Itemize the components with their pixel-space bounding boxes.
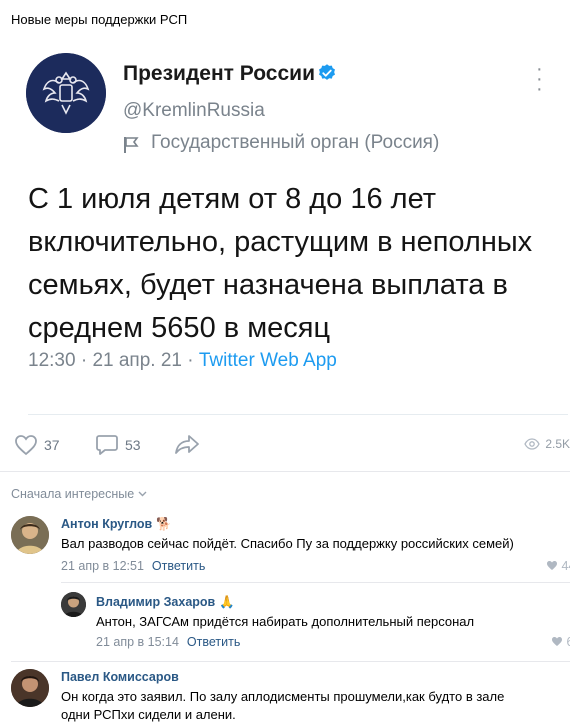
like-count: 37 — [44, 437, 60, 453]
comment-text: Вал разводов сейчас пойдёт. Спасибо Пу з… — [61, 536, 514, 551]
dog-emoji-icon: 🐕 — [156, 517, 172, 531]
government-flag-icon — [124, 137, 139, 153]
comment-count: 53 — [125, 437, 141, 453]
reply-text: Антон, ЗАГСАм придётся набирать дополнит… — [96, 614, 475, 629]
heart-icon — [547, 561, 557, 570]
comment-author-avatar[interactable] — [11, 516, 49, 554]
comment-author-name[interactable]: Павел Комиссаров — [61, 670, 179, 684]
eagle-emblem-icon — [26, 53, 106, 133]
tweet-text: С 1 июля детям от 8 до 16 лет включитель… — [28, 183, 533, 344]
eye-icon — [524, 438, 541, 450]
tweet-meta: 12:30 · 21 апр. 21 · Twitter Web App — [28, 350, 337, 371]
reply-like-button[interactable]: 6 — [551, 635, 570, 649]
comment-icon — [96, 435, 118, 455]
views-counter: 2.5K — [524, 437, 570, 451]
comments-sort-dropdown[interactable]: Сначала интересные — [11, 487, 147, 501]
tweet-divider — [28, 414, 568, 415]
tweet-more-icon[interactable]: · · · — [536, 59, 543, 99]
avatar-photo-icon — [11, 669, 49, 707]
comment-text-line-2: одни РСПхи сидели и алени. — [61, 707, 236, 722]
comment-like-count: 44 — [561, 559, 570, 573]
tweet-author-name[interactable]: Президент России — [123, 62, 315, 86]
reply-button[interactable]: Ответить — [187, 635, 240, 649]
tweet-author-avatar — [26, 53, 106, 133]
reply-button[interactable]: Ответить — [152, 559, 205, 573]
comment-separator — [11, 661, 570, 662]
tweet-embed: Президент России · · · @KremlinRussia Госу… — [14, 38, 570, 418]
verified-badge-icon — [319, 64, 335, 80]
post-title: Новые меры поддержки РСП — [11, 12, 188, 27]
reply-author-name[interactable]: Владимир Захаров 🙏 — [96, 595, 235, 610]
reply-date[interactable]: 21 апр в 15:14 — [96, 635, 179, 649]
tweet-source-link[interactable]: Twitter Web App — [199, 350, 337, 371]
heart-icon — [552, 637, 562, 646]
reply-like-count: 6 — [566, 635, 570, 649]
comment-button[interactable]: 53 — [95, 434, 141, 456]
tweet-org-label: Государственный орган (Россия) — [151, 132, 440, 153]
tweet-handle[interactable]: @KremlinRussia — [123, 100, 265, 122]
comment-author-name[interactable]: Антон Круглов 🐕 — [61, 517, 172, 532]
comment-author-avatar[interactable] — [11, 669, 49, 707]
views-count: 2.5K — [545, 437, 570, 451]
reply-author-avatar[interactable] — [61, 592, 86, 617]
comments-sort-label: Сначала интересные — [11, 487, 135, 501]
comment-meta: 21 апр в 12:51 Ответить — [61, 559, 205, 573]
chevron-down-icon — [138, 491, 147, 497]
avatar-photo-icon — [11, 516, 49, 554]
heart-icon — [15, 435, 37, 456]
comment-text-line-1: Он когда это заявил. По залу аплодисмент… — [61, 689, 505, 704]
comment-date[interactable]: 21 апр в 12:51 — [61, 559, 144, 573]
share-arrow-icon — [175, 435, 199, 454]
comment-separator — [61, 582, 570, 583]
reply-meta: 21 апр в 15:14 Ответить — [96, 635, 240, 649]
like-button[interactable]: 37 — [14, 434, 60, 456]
share-button[interactable] — [174, 434, 200, 454]
comment-like-button[interactable]: 44 — [546, 559, 570, 573]
tweet-date: 21 апр. 21 — [92, 350, 182, 371]
comments-divider — [0, 471, 570, 472]
praying-hands-emoji-icon: 🙏 — [219, 595, 235, 609]
tweet-time: 12:30 — [28, 350, 76, 371]
avatar-photo-icon — [61, 592, 86, 617]
post-actions-bar: 37 53 2.5K — [0, 425, 570, 465]
